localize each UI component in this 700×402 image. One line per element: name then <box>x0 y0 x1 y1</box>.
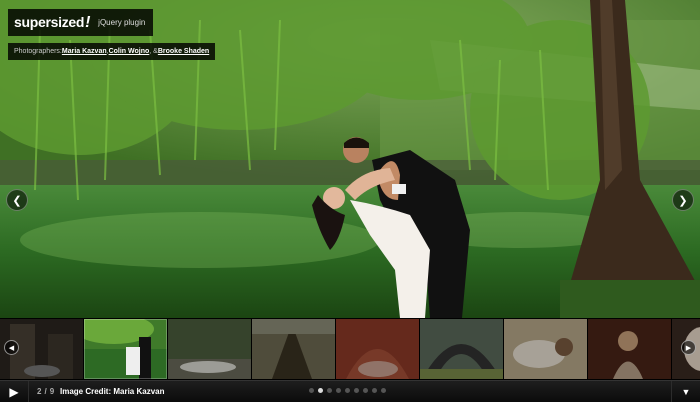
slide-dot-2[interactable] <box>318 388 323 393</box>
slide-caption: Image Credit: Maria Kazvan <box>60 387 165 396</box>
triangle-down-icon: ▼ <box>681 386 691 397</box>
thumbnail-3[interactable] <box>168 319 251 379</box>
slide-dot-1[interactable] <box>309 388 314 393</box>
thumbnail-5[interactable] <box>336 319 419 379</box>
slide-dot-4[interactable] <box>336 388 341 393</box>
thumbnail-tray: ◀ ▶ <box>0 318 700 380</box>
play-button[interactable]: ▶ <box>0 381 29 402</box>
photographer-link-maria[interactable]: Maria Kazvan <box>62 48 107 55</box>
supersized-logo: supersized! jQuery plugin <box>8 9 154 36</box>
slide-dot-6[interactable] <box>354 388 359 393</box>
thumbnail-4[interactable] <box>252 319 335 379</box>
slide-dot-3[interactable] <box>327 388 332 393</box>
play-icon: ▶ <box>9 384 19 399</box>
thumbnail-prev-button[interactable]: ◀ <box>4 340 19 355</box>
thumbnail-next-button[interactable]: ▶ <box>681 340 696 355</box>
logo-wordmark: supersized! <box>14 13 91 31</box>
chevron-left-icon: ◀ <box>8 344 15 352</box>
chevron-left-icon: ❮ <box>12 194 22 207</box>
prev-slide-button[interactable]: ❮ <box>6 189 28 211</box>
thumbnail-list <box>0 319 700 379</box>
slide-dot-5[interactable] <box>345 388 350 393</box>
photographer-credits: Photographers: Maria Kazvan , Colin Wojn… <box>8 43 216 60</box>
slide-dot-9[interactable] <box>381 388 386 393</box>
slide-dot-7[interactable] <box>363 388 368 393</box>
chevron-right-icon: ▶ <box>685 344 692 352</box>
control-bar: ▶ 2 / 9 Image Credit: Maria Kazvan ▼ <box>0 380 700 402</box>
next-slide-button[interactable]: ❯ <box>672 189 694 211</box>
total-slide-count: 9 <box>49 387 55 396</box>
current-slide-number: 2 <box>37 387 42 396</box>
thumbnail-7[interactable] <box>504 319 587 379</box>
slide-dots <box>309 388 386 395</box>
logo-tagline: jQuery plugin <box>98 18 146 27</box>
chevron-right-icon: ❯ <box>678 194 688 207</box>
thumbnail-8[interactable] <box>588 319 671 379</box>
tray-toggle-button[interactable]: ▼ <box>671 381 700 402</box>
thumbnail-2[interactable] <box>84 319 167 379</box>
thumbnail-6[interactable] <box>420 319 503 379</box>
credits-prefix: Photographers: <box>14 48 62 55</box>
slide-counter: 2 / 9 <box>37 387 55 396</box>
slide-dot-8[interactable] <box>372 388 377 393</box>
photographer-link-brooke[interactable]: Brooke Shaden <box>158 48 209 55</box>
photographer-link-colin[interactable]: Colin Wojno <box>109 48 150 55</box>
